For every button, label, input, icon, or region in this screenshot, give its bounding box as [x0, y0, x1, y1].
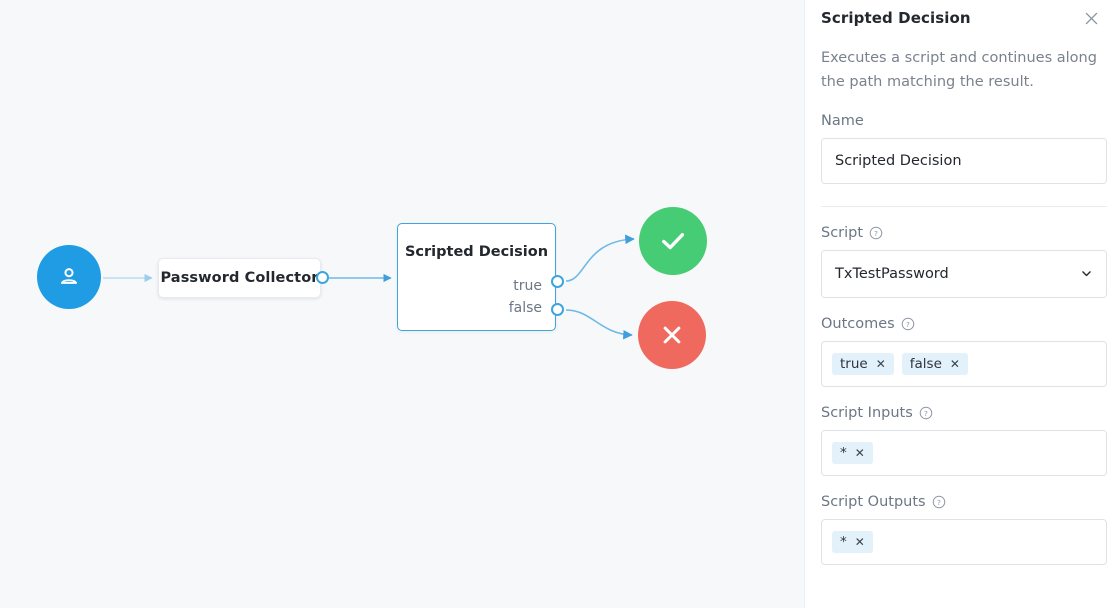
app-root: Password Collector Scripted Decision tru… [0, 0, 1118, 608]
remove-tag-icon[interactable]: ✕ [855, 447, 865, 459]
port-outcome-true[interactable] [551, 275, 564, 288]
tag-chip[interactable]: true ✕ [832, 353, 894, 375]
outcomes-label-text: Outcomes [821, 316, 895, 332]
cross-icon [657, 320, 687, 350]
help-icon[interactable]: ? [932, 495, 946, 509]
port-outcome-false[interactable] [551, 303, 564, 316]
outcomes-label: Outcomes ? [821, 316, 1102, 332]
script-inputs-field-group: Script Inputs ? * ✕ [821, 405, 1102, 476]
close-glyph [1084, 11, 1099, 26]
script-label: Script ? [821, 225, 1102, 241]
help-icon[interactable]: ? [901, 317, 915, 331]
script-outputs-label-text: Script Outputs [821, 494, 926, 510]
tag-label: false [910, 356, 942, 372]
port-password-collector-out[interactable] [316, 271, 329, 284]
help-glyph: ? [919, 406, 933, 420]
panel-title: Scripted Decision [821, 9, 971, 27]
remove-tag-icon[interactable]: ✕ [855, 536, 865, 548]
svg-text:?: ? [874, 229, 878, 238]
tag-chip[interactable]: * ✕ [832, 442, 873, 464]
script-inputs-label-text: Script Inputs [821, 405, 913, 421]
chevron-down-icon [1080, 267, 1093, 280]
properties-panel: Scripted Decision Executes a script and … [804, 0, 1118, 608]
remove-tag-icon[interactable]: ✕ [950, 358, 960, 370]
node-failure[interactable] [638, 301, 706, 369]
panel-header: Scripted Decision [821, 0, 1102, 29]
start-node[interactable] [37, 245, 101, 309]
outcomes-tag-input[interactable]: true ✕ false ✕ [821, 341, 1107, 387]
panel-divider [821, 206, 1107, 207]
help-glyph: ? [901, 317, 915, 331]
chevron-glyph [1080, 267, 1093, 280]
help-glyph: ? [932, 495, 946, 509]
script-label-text: Script [821, 225, 863, 241]
check-icon [656, 224, 690, 258]
script-field-group: Script ? TxTestPassword [821, 225, 1102, 298]
remove-tag-icon[interactable]: ✕ [876, 358, 886, 370]
tag-label: * [840, 534, 847, 550]
node-scripted-decision[interactable]: Scripted Decision true false [397, 223, 556, 331]
name-field-group: Name Scripted Decision [821, 113, 1102, 184]
node-outcome-true: true [513, 278, 542, 294]
tag-label: * [840, 445, 847, 461]
svg-text:?: ? [937, 498, 941, 507]
script-select-value: TxTestPassword [835, 266, 949, 282]
name-label-text: Name [821, 113, 864, 129]
name-input[interactable]: Scripted Decision [821, 138, 1107, 184]
script-outputs-label: Script Outputs ? [821, 494, 1102, 510]
script-inputs-tag-input[interactable]: * ✕ [821, 430, 1107, 476]
help-icon[interactable]: ? [919, 406, 933, 420]
flow-canvas[interactable]: Password Collector Scripted Decision tru… [0, 0, 804, 608]
name-label: Name [821, 113, 1102, 129]
node-success[interactable] [639, 207, 707, 275]
script-select[interactable]: TxTestPassword [821, 250, 1107, 298]
script-outputs-field-group: Script Outputs ? * ✕ [821, 494, 1102, 565]
node-title: Scripted Decision [398, 244, 555, 260]
close-icon[interactable] [1080, 7, 1102, 29]
tag-label: true [840, 356, 868, 372]
tag-chip[interactable]: * ✕ [832, 531, 873, 553]
script-outputs-tag-input[interactable]: * ✕ [821, 519, 1107, 565]
script-inputs-label: Script Inputs ? [821, 405, 1102, 421]
node-title: Password Collector [160, 270, 318, 286]
outcomes-field-group: Outcomes ? true ✕ false ✕ [821, 316, 1102, 387]
node-outcome-false: false [509, 300, 542, 316]
panel-description: Executes a script and continues along th… [821, 47, 1107, 95]
help-icon[interactable]: ? [869, 226, 883, 240]
user-icon [56, 264, 82, 290]
help-glyph: ? [869, 226, 883, 240]
svg-text:?: ? [906, 320, 910, 329]
svg-text:?: ? [924, 409, 928, 418]
tag-chip[interactable]: false ✕ [902, 353, 968, 375]
name-input-value: Scripted Decision [835, 153, 962, 169]
node-password-collector[interactable]: Password Collector [158, 258, 321, 298]
